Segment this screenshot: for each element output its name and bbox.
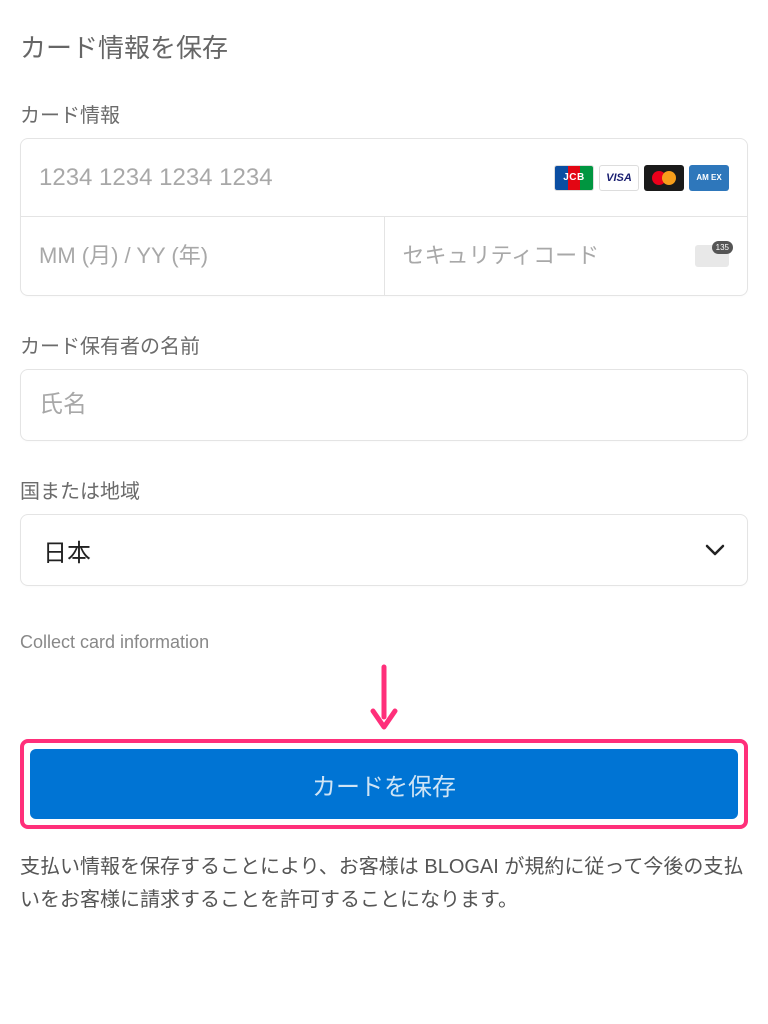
collect-caption: Collect card information — [20, 632, 748, 653]
cardholder-label: カード保有者の名前 — [20, 330, 748, 359]
save-card-button[interactable]: カードを保存 — [30, 749, 738, 819]
card-number-input[interactable] — [39, 164, 554, 192]
page-title: カード情報を保存 — [20, 28, 748, 65]
visa-icon: VISA — [599, 165, 639, 191]
card-brand-icons: JCB VISA AM EX — [554, 165, 729, 191]
card-info-label: カード情報 — [20, 99, 748, 128]
chevron-down-icon — [705, 540, 725, 561]
save-button-highlight: カードを保存 — [20, 739, 748, 829]
cardholder-input[interactable] — [39, 391, 729, 419]
jcb-icon: JCB — [554, 165, 594, 191]
disclaimer-text: 支払い情報を保存することにより、お客様は BLOGAI が規約に従って今後の支払… — [20, 851, 748, 917]
amex-icon: AM EX — [689, 165, 729, 191]
cvc-card-icon — [695, 245, 729, 267]
cvc-input[interactable] — [403, 243, 692, 269]
card-fields-group: JCB VISA AM EX — [20, 138, 748, 296]
card-number-row: JCB VISA AM EX — [21, 139, 747, 217]
cardholder-field-wrap — [20, 369, 748, 441]
country-label: 国または地域 — [20, 475, 748, 504]
mastercard-icon — [644, 165, 684, 191]
arrow-annotation — [20, 663, 748, 733]
expiry-cvc-row — [21, 217, 747, 295]
arrow-down-icon — [369, 663, 399, 733]
expiry-input[interactable] — [39, 243, 366, 269]
country-select[interactable]: 日本 — [20, 514, 748, 586]
country-value: 日本 — [43, 533, 91, 568]
